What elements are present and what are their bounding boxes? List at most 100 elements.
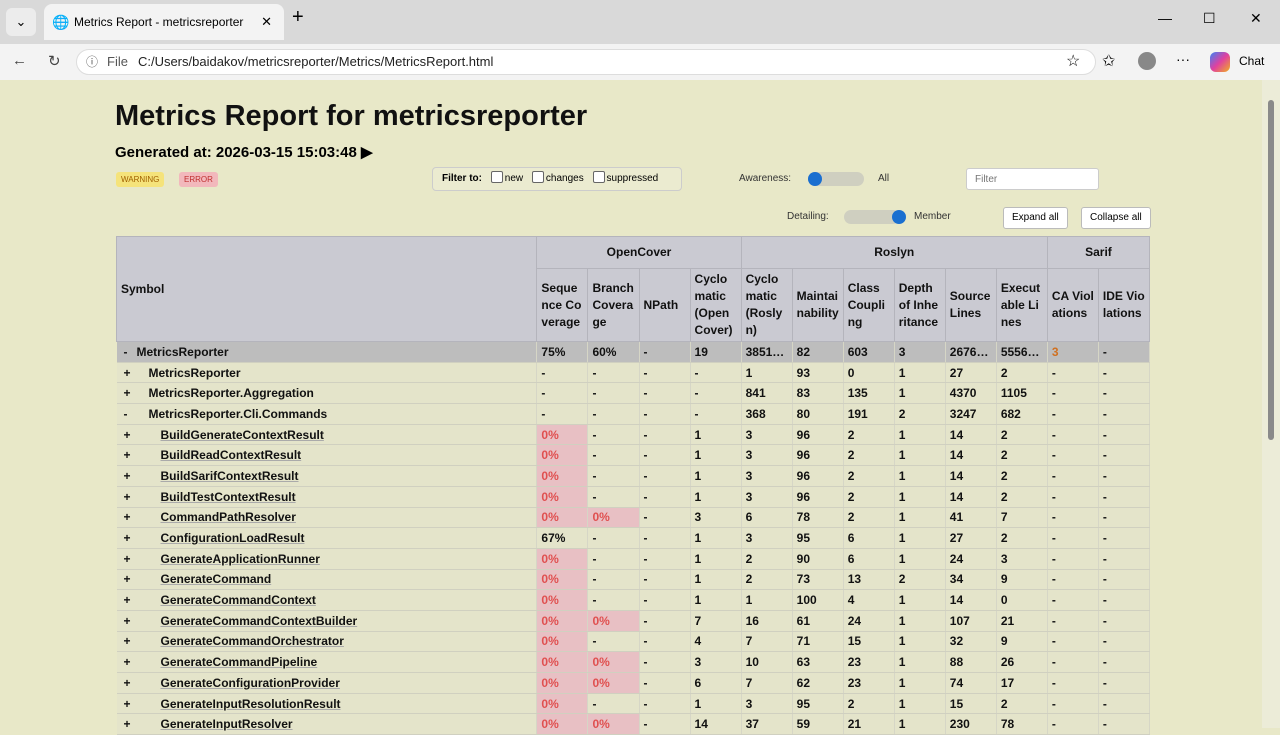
table-row[interactable]: +BuildGenerateContextResult0%--139621142… <box>117 424 1150 445</box>
expand-toggle[interactable]: + <box>124 510 131 524</box>
expand-toggle[interactable]: + <box>124 697 131 711</box>
symbol-name[interactable]: GenerateApplicationRunner <box>161 552 320 566</box>
filter-input[interactable] <box>966 168 1099 190</box>
changes-checkbox[interactable] <box>532 171 544 183</box>
expand-toggle[interactable]: + <box>124 490 131 504</box>
table-row[interactable]: +CommandPathResolver0%0%-367821417-- <box>117 507 1150 528</box>
expand-toggle[interactable]: + <box>124 614 131 628</box>
more-icon[interactable]: ··· <box>1176 51 1190 67</box>
close-tab-icon[interactable]: ✕ <box>261 4 272 40</box>
filter-changes[interactable]: changes <box>532 173 584 184</box>
new-tab-icon[interactable]: + <box>292 6 304 29</box>
column-header[interactable]: Cyclomatic (Roslyn) <box>741 269 792 342</box>
symbol-name[interactable]: MetricsReporter.Cli.Commands <box>149 407 328 421</box>
expand-toggle[interactable]: + <box>124 448 131 462</box>
detailing-slider[interactable] <box>844 210 900 224</box>
info-icon[interactable]: ⓘ <box>86 50 98 74</box>
scrollbar[interactable] <box>1262 80 1280 728</box>
table-row[interactable]: +BuildReadContextResult0%--139621142-- <box>117 445 1150 466</box>
symbol-name[interactable]: BuildTestContextResult <box>161 490 296 504</box>
filter-suppressed[interactable]: suppressed <box>593 173 659 184</box>
collapse-toggle[interactable]: - <box>124 407 128 421</box>
new-checkbox[interactable] <box>491 171 503 183</box>
table-row[interactable]: +GenerateCommandPipeline0%0%-31063231882… <box>117 652 1150 673</box>
chat-button[interactable]: Chat <box>1239 54 1264 68</box>
awareness-slider[interactable] <box>808 172 864 186</box>
symbol-name[interactable]: GenerateCommandContextBuilder <box>161 614 358 628</box>
expand-toggle[interactable]: + <box>124 593 131 607</box>
awareness-knob[interactable] <box>808 172 822 186</box>
symbol-name[interactable]: GenerateConfigurationProvider <box>161 676 340 690</box>
table-row[interactable]: +GenerateCommand0%--1273132349-- <box>117 569 1150 590</box>
expand-toggle[interactable]: + <box>124 572 131 586</box>
filter-new[interactable]: new <box>491 173 523 184</box>
symbol-name[interactable]: BuildGenerateContextResult <box>161 428 324 442</box>
profile-avatar[interactable] <box>1138 52 1156 70</box>
symbol-name[interactable]: GenerateCommandOrchestrator <box>161 634 344 648</box>
column-header[interactable]: Branch Coverage <box>588 269 639 342</box>
column-header[interactable]: Source Lines <box>945 269 996 342</box>
scrollbar-thumb[interactable] <box>1268 100 1274 440</box>
table-row[interactable]: +GenerateCommandOrchestrator0%--47711513… <box>117 631 1150 652</box>
table-row[interactable]: +MetricsReporter----19301272-- <box>117 362 1150 383</box>
expand-toggle[interactable]: + <box>124 717 131 731</box>
table-row[interactable]: +GenerateCommandContextBuilder0%0%-71661… <box>117 610 1150 631</box>
expand-toggle[interactable]: + <box>124 469 131 483</box>
maximize-icon[interactable]: ☐ <box>1203 10 1216 27</box>
column-header[interactable]: Sequence Coverage <box>537 269 588 342</box>
table-row[interactable]: +GenerateCommandContext0%--1110041140-- <box>117 590 1150 611</box>
favorite-star-icon[interactable]: ☆ <box>1066 51 1080 71</box>
table-row[interactable]: -MetricsReporter.Cli.Commands----3688019… <box>117 404 1150 425</box>
expand-all-button[interactable]: Expand all <box>1003 207 1068 229</box>
symbol-name[interactable]: GenerateCommand <box>161 572 272 586</box>
symbol-name[interactable]: GenerateCommandPipeline <box>161 655 318 669</box>
collapse-all-button[interactable]: Collapse all <box>1081 207 1151 229</box>
expand-toggle[interactable]: + <box>124 531 131 545</box>
expand-toggle[interactable]: + <box>124 386 131 400</box>
symbol-name[interactable]: MetricsReporter <box>137 345 229 359</box>
column-header[interactable]: NPath <box>639 269 690 342</box>
browser-tab[interactable]: 🌐 Metrics Report - metricsreporter ✕ <box>44 4 284 40</box>
close-window-icon[interactable]: ✕ <box>1250 10 1262 27</box>
reload-icon[interactable]: ↻ <box>48 52 61 70</box>
column-header[interactable]: Cyclomatic (OpenCover) <box>690 269 741 342</box>
minimize-icon[interactable]: — <box>1158 10 1172 26</box>
collapse-toggle[interactable]: - <box>124 345 128 359</box>
suppressed-checkbox[interactable] <box>593 171 605 183</box>
symbol-header[interactable]: Symbol <box>117 237 537 342</box>
expand-toggle[interactable]: + <box>124 634 131 648</box>
symbol-name[interactable]: MetricsReporter.Aggregation <box>149 386 314 400</box>
column-header[interactable]: CA Violations <box>1047 269 1098 342</box>
generated-at[interactable]: Generated at: 2026-03-15 15:03:48 ▶ <box>115 143 373 161</box>
table-row[interactable]: +ConfigurationLoadResult67%--139561272-- <box>117 528 1150 549</box>
symbol-name[interactable]: GenerateInputResolutionResult <box>161 697 341 711</box>
expand-toggle[interactable]: + <box>124 676 131 690</box>
symbol-name[interactable]: GenerateCommandContext <box>161 593 316 607</box>
copilot-icon[interactable] <box>1210 52 1230 72</box>
table-row[interactable]: +BuildSarifContextResult0%--139621142-- <box>117 466 1150 487</box>
back-icon[interactable]: ← <box>12 52 27 69</box>
table-row[interactable]: +GenerateApplicationRunner0%--129061243-… <box>117 548 1150 569</box>
symbol-name[interactable]: GenerateInputResolver <box>161 717 293 731</box>
table-row[interactable]: +BuildTestContextResult0%--139621142-- <box>117 486 1150 507</box>
column-header[interactable]: IDE Violations <box>1098 269 1149 342</box>
expand-toggle[interactable]: + <box>124 366 131 380</box>
url-field[interactable]: ⓘ FileC:/Users/baidakov/metricsreporter/… <box>76 49 1096 75</box>
column-header[interactable]: Executable Lines <box>996 269 1047 342</box>
detailing-knob[interactable] <box>892 210 906 224</box>
symbol-name[interactable]: BuildSarifContextResult <box>161 469 299 483</box>
error-badge[interactable]: ERROR <box>179 172 218 187</box>
table-row[interactable]: +GenerateConfigurationProvider0%0%-67622… <box>117 673 1150 694</box>
symbol-name[interactable]: BuildReadContextResult <box>161 448 302 462</box>
favorites-icon[interactable]: ✩ <box>1102 51 1115 71</box>
symbol-name[interactable]: CommandPathResolver <box>161 510 296 524</box>
expand-toggle[interactable]: + <box>124 655 131 669</box>
table-row[interactable]: +GenerateInputResolutionResult0%--139521… <box>117 693 1150 714</box>
warning-badge[interactable]: WARNING <box>116 172 164 187</box>
table-row[interactable]: +MetricsReporter.Aggregation----84183135… <box>117 383 1150 404</box>
column-header[interactable]: Maintainability <box>792 269 843 342</box>
symbol-name[interactable]: MetricsReporter <box>149 366 241 380</box>
table-row[interactable]: -MetricsReporter75%60%-193851…8260332676… <box>117 342 1150 363</box>
column-header[interactable]: Class Coupling <box>843 269 894 342</box>
tab-list-chevron-icon[interactable]: ⌄ <box>6 8 36 36</box>
